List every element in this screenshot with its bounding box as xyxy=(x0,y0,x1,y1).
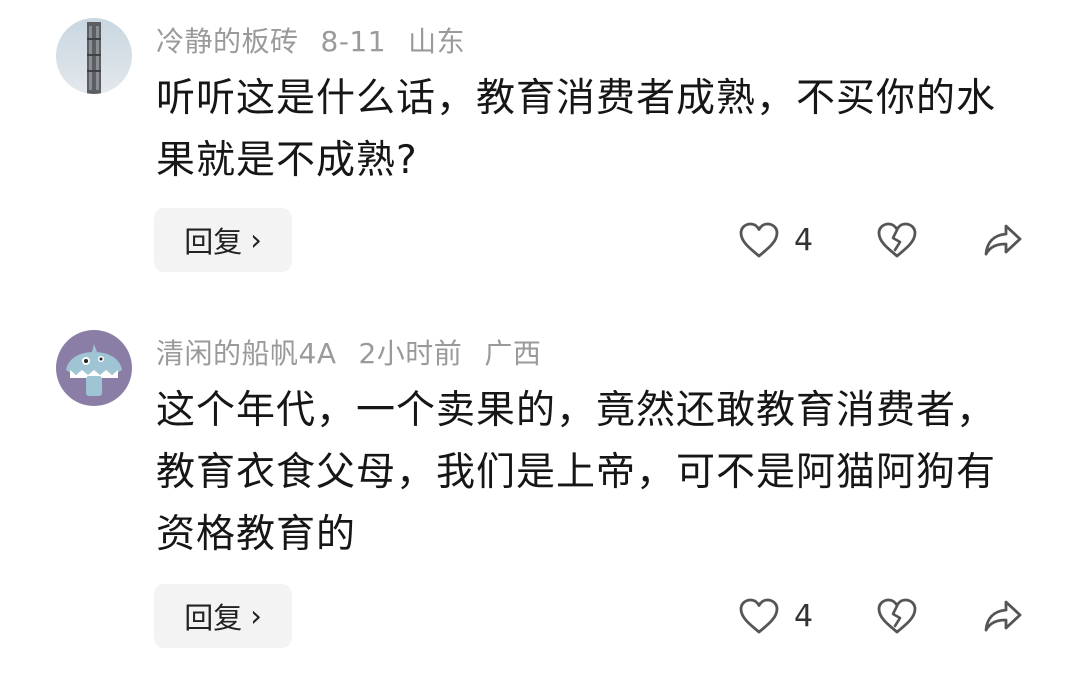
broken-heart-icon xyxy=(877,598,917,634)
comment-item: 冷静的板砖 8-11 山东 听听这是什么话，教育消费者成熟，不买你的水果就是不成熟?… xyxy=(0,0,1080,300)
comment-date: 8-11 xyxy=(320,25,387,58)
comment-text: 听听这是什么话，教育消费者成熟，不买你的水果就是不成熟? xyxy=(156,76,997,183)
comment-meta: 冷静的板砖 8-11 山东 xyxy=(156,20,487,60)
comment-meta: 清闲的船帆4A 2小时前 广西 xyxy=(156,332,563,372)
comment-text: 这个年代，一个卖果的，竟然还敢教育消费者，教育衣食父母，我们是上帝，可不是阿猫阿… xyxy=(156,388,997,557)
dislike-button[interactable] xyxy=(876,597,918,635)
like-count: 4 xyxy=(794,598,814,634)
comment-item: 清闲的船帆4A 2小时前 广西 这个年代，一个卖果的，竟然还敢教育消费者，教育衣食父… xyxy=(0,300,1080,680)
share-button[interactable] xyxy=(982,221,1024,259)
avatar-building-photo-icon xyxy=(56,18,132,94)
avatar[interactable] xyxy=(56,18,132,94)
chevron-right-icon: › xyxy=(250,599,262,633)
comment-actions: 4 xyxy=(738,591,1024,641)
username[interactable]: 清闲的船帆4A xyxy=(156,337,336,370)
like-count: 4 xyxy=(794,222,814,258)
share-arrow-icon xyxy=(984,600,1022,632)
comment-date: 2小时前 xyxy=(358,337,463,370)
heart-outline-icon xyxy=(739,222,779,258)
reply-label: 回复 xyxy=(184,601,243,635)
share-arrow-icon xyxy=(984,224,1022,256)
avatar-blue-monster-icon xyxy=(56,330,132,406)
share-button[interactable] xyxy=(982,597,1024,635)
like-button[interactable] xyxy=(738,221,780,259)
chevron-right-icon: › xyxy=(250,223,262,257)
comment-location: 广西 xyxy=(484,337,542,370)
reply-button[interactable]: 回复 › xyxy=(154,584,292,648)
like-button[interactable] xyxy=(738,597,780,635)
heart-outline-icon xyxy=(739,598,779,634)
username[interactable]: 冷静的板砖 xyxy=(156,25,299,58)
avatar[interactable] xyxy=(56,330,132,406)
reply-label: 回复 xyxy=(184,225,243,259)
broken-heart-icon xyxy=(877,222,917,258)
comment-actions: 4 xyxy=(738,215,1024,265)
reply-button[interactable]: 回复 › xyxy=(154,208,292,272)
comment-location: 山东 xyxy=(408,25,466,58)
dislike-button[interactable] xyxy=(876,221,918,259)
